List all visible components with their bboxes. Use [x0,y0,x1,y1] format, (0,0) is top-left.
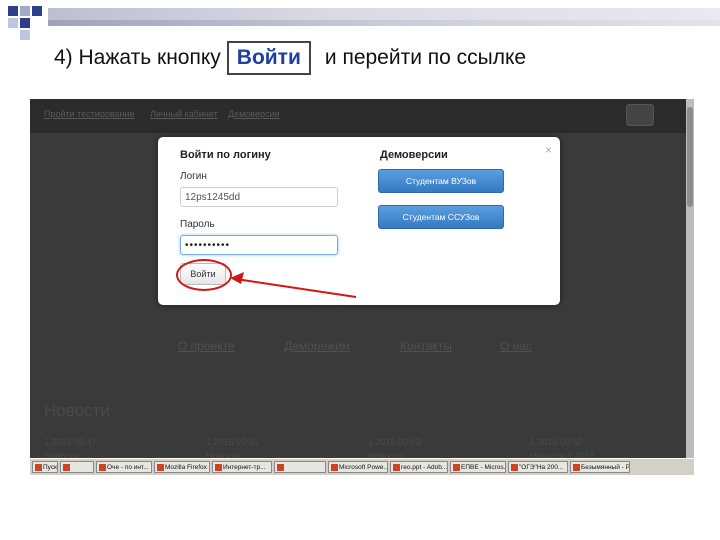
taskbar: Пуск Оче - по инт... Mozilla Firefox Инт… [30,458,694,475]
slide-decoration [0,0,720,40]
link-about-project[interactable]: О проекте [178,339,235,353]
heading-suffix: и перейти по ссылке [324,46,527,69]
decor-bar [48,20,720,26]
start-button[interactable]: Пуск [32,461,58,473]
arrow-line [235,278,357,298]
decor-bar [48,8,720,20]
taskbar-item[interactable] [274,461,326,473]
taskbar-item[interactable] [60,461,94,473]
taskbar-item[interactable]: гео.ppt - Adob... [390,461,448,473]
heading-button-example: Войти [226,41,311,75]
taskbar-item[interactable]: Microsoft Powe... [328,461,388,473]
decor-square [20,6,30,16]
news-title: Новости [44,401,110,420]
taskbar-item[interactable]: Оче - по инт... [96,461,152,473]
arrow-annotation [230,272,357,298]
browser-screenshot: Пройти тестирование Личный кабинет Демов… [30,99,694,473]
news-date: 1.2015 09:03 [368,437,421,447]
news-date: 1.2015 09:45 [206,437,259,447]
heading-prefix: 4) Нажать кнопку [54,46,221,69]
taskbar-item[interactable]: ЕПВЕ - Micros... [450,461,506,473]
slide-heading: 4) Нажать кнопку Войти и перейти по ссыл… [54,41,526,75]
decor-square [20,18,30,28]
taskbar-item[interactable]: "ОГЭ"На 200... [508,461,568,473]
decor-square [32,6,42,16]
decor-square [20,30,30,40]
taskbar-item[interactable]: Mozilla Firefox [154,461,210,473]
decor-square [8,18,18,28]
taskbar-item[interactable]: Интернет-тр... [212,461,272,473]
news-date: 1.2015 08:57 [530,437,583,447]
decor-square [8,6,18,16]
link-demo-mode[interactable]: Деморежим [284,339,350,353]
arrow-head [230,272,244,284]
link-contacts[interactable]: Контакты [400,339,452,353]
taskbar-item[interactable]: Безымянный - P... [570,461,630,473]
news-date: 1.2015 09:47 [44,437,97,447]
link-about-us[interactable]: О нас [500,339,532,353]
